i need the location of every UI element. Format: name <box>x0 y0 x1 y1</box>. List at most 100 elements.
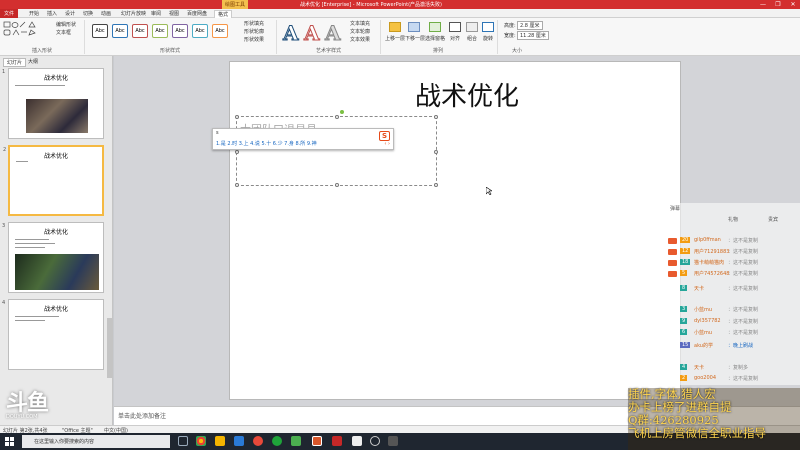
file-explorer-icon[interactable] <box>215 436 225 446</box>
tab-slideshow[interactable]: 幻灯片放映 <box>118 10 149 18</box>
tab-format[interactable]: 格式 <box>214 10 233 18</box>
text-effects-button[interactable]: 文本效果 <box>350 36 370 43</box>
resize-handle[interactable] <box>235 115 239 119</box>
resize-handle[interactable] <box>235 183 239 187</box>
wordart-style-3[interactable]: A <box>325 21 342 46</box>
tab-outline[interactable]: 大纲 <box>25 58 41 65</box>
shapes-gallery[interactable] <box>3 21 53 43</box>
shape-outline-button[interactable]: 形状轮廓 <box>244 28 264 35</box>
edit-shape-button[interactable]: 编辑形状 <box>56 21 76 28</box>
chat-username[interactable]: 天卡 <box>694 364 704 371</box>
tab-view[interactable]: 视图 <box>166 10 182 18</box>
bring-forward-label[interactable]: 上移一层 <box>385 35 405 42</box>
wordart-style-2[interactable]: A <box>304 21 321 46</box>
chat-username[interactable]: gilp0ffman <box>694 237 721 243</box>
shape-style-4[interactable]: Abc <box>152 24 168 38</box>
bring-forward-icon[interactable] <box>389 22 401 32</box>
tab-transitions[interactable]: 切换 <box>80 10 96 18</box>
shape-style-1[interactable]: Abc <box>92 24 108 38</box>
shape-style-3[interactable]: Abc <box>132 24 148 38</box>
resize-handle[interactable] <box>434 183 438 187</box>
chat-username[interactable]: 小蓝mu <box>694 329 712 336</box>
text-box-selected[interactable]: 大团队口退易县 <box>235 110 438 187</box>
thumbnail-scrollbar[interactable] <box>107 318 112 378</box>
shape-fill-button[interactable]: 形状填充 <box>244 20 264 27</box>
chat-username[interactable]: 用户74572648 <box>694 270 729 277</box>
app-icon[interactable] <box>291 436 301 446</box>
maximize-button[interactable]: ❐ <box>771 0 785 9</box>
browser-icon[interactable] <box>253 436 263 446</box>
shape-style-2[interactable]: Abc <box>112 24 128 38</box>
tab-insert[interactable]: 插入 <box>44 10 60 18</box>
app-icon[interactable] <box>234 436 244 446</box>
tab-review[interactable]: 审阅 <box>148 10 164 18</box>
tab-home[interactable]: 开始 <box>26 10 42 18</box>
taskbar-search-box[interactable]: 在这里输入你要搜索的内容 <box>22 435 170 448</box>
resize-handle[interactable] <box>335 183 339 187</box>
minimize-button[interactable]: — <box>756 0 770 9</box>
chat-text: ：这不是复制 <box>728 271 759 277</box>
chat-tab-vip[interactable]: 贵宾 <box>768 216 778 223</box>
shape-style-7[interactable]: Abc <box>212 24 228 38</box>
rotate-handle[interactable] <box>340 110 344 114</box>
app-icon[interactable] <box>352 436 362 446</box>
slide-title[interactable]: 战术优化 <box>415 76 519 113</box>
chat-tab-gifts[interactable]: 礼物 <box>728 216 738 223</box>
close-button[interactable]: ✕ <box>786 0 800 9</box>
resize-handle[interactable] <box>434 150 438 154</box>
rotate-label[interactable]: 旋转 <box>483 35 493 42</box>
chat-username[interactable]: 猫卡萌萌猫肉 <box>694 259 724 266</box>
tab-slides[interactable]: 幻灯片 <box>3 58 27 67</box>
align-icon[interactable] <box>449 22 461 32</box>
slide-thumbnail-1[interactable]: 1 战术优化 <box>2 68 104 139</box>
wechat-icon[interactable] <box>272 436 282 446</box>
chat-username[interactable]: 天卡 <box>694 285 704 292</box>
resize-handle[interactable] <box>434 115 438 119</box>
ime-page-arrows[interactable]: ‹ › <box>384 141 390 147</box>
tab-baidu-netdisk[interactable]: 百度网盘 <box>184 10 210 18</box>
shape-style-6[interactable]: Abc <box>192 24 208 38</box>
powerpoint-icon[interactable] <box>312 436 322 446</box>
app-icon[interactable] <box>388 436 398 446</box>
send-backward-label[interactable]: 下移一层 <box>405 35 425 42</box>
slide-thumbnail-4[interactable]: 4 战术优化 <box>2 299 104 370</box>
slide-thumbnail-2[interactable]: 2 战术优化 <box>3 145 104 216</box>
shape-effects-button[interactable]: 形状效果 <box>244 36 264 43</box>
task-view-icon[interactable] <box>178 436 188 446</box>
text-fill-button[interactable]: 文本填充 <box>350 20 370 27</box>
tab-file[interactable]: 文件 <box>0 9 19 18</box>
windows-start-icon[interactable] <box>5 437 14 446</box>
text-outline-button[interactable]: 文本轮廓 <box>350 28 370 35</box>
tab-animations[interactable]: 动画 <box>98 10 114 18</box>
chat-username[interactable]: 用户71291883 <box>694 248 729 255</box>
app-icon[interactable] <box>370 436 380 446</box>
rotate-icon[interactable] <box>482 22 494 32</box>
group-icon[interactable] <box>466 22 478 32</box>
chat-username[interactable]: dyl357782 <box>694 318 721 324</box>
chat-username[interactable]: aku的学 <box>694 342 713 349</box>
selection-pane-icon[interactable] <box>429 22 441 32</box>
resize-handle[interactable] <box>335 115 339 119</box>
shape-style-5[interactable]: Abc <box>172 24 188 38</box>
ime-candidates[interactable]: 1.是 2.时 3.上 4.说 5.十 6.少 7.身 8.所 9.神 <box>216 140 317 147</box>
app-icon[interactable] <box>332 436 342 446</box>
send-backward-icon[interactable] <box>408 22 420 32</box>
ime-candidate-window[interactable]: s 1.是 2.时 3.上 4.说 5.十 6.少 7.身 8.所 9.神 S … <box>212 128 394 150</box>
selection-pane-label[interactable]: 选择窗格 <box>425 35 445 42</box>
group-label[interactable]: 组合 <box>467 35 477 42</box>
wordart-style-1[interactable]: A <box>283 21 300 46</box>
chrome-icon[interactable] <box>196 436 206 446</box>
douyu-watermark-logo: 斗鱼 DOUYU.COM <box>6 385 64 421</box>
text-box-button[interactable]: 文本框 <box>56 29 71 36</box>
notes-placeholder[interactable]: 单击此处添加备注 <box>118 411 166 420</box>
chat-username[interactable]: goo2004 <box>694 375 716 381</box>
height-input[interactable]: 2.8 厘米 <box>517 21 543 30</box>
width-input[interactable]: 11.28 厘米 <box>517 31 549 40</box>
chat-username[interactable]: 小蓝mu <box>694 306 712 313</box>
resize-handle[interactable] <box>235 150 239 154</box>
chat-tab-danmaku[interactable]: 弹幕 <box>670 205 680 212</box>
align-label[interactable]: 对齐 <box>450 35 460 42</box>
slide[interactable]: 战术优化 大团队口退易县 <box>229 61 681 400</box>
slide-thumbnail-3[interactable]: 3 战术优化 <box>2 222 104 293</box>
tab-design[interactable]: 设计 <box>62 10 78 18</box>
